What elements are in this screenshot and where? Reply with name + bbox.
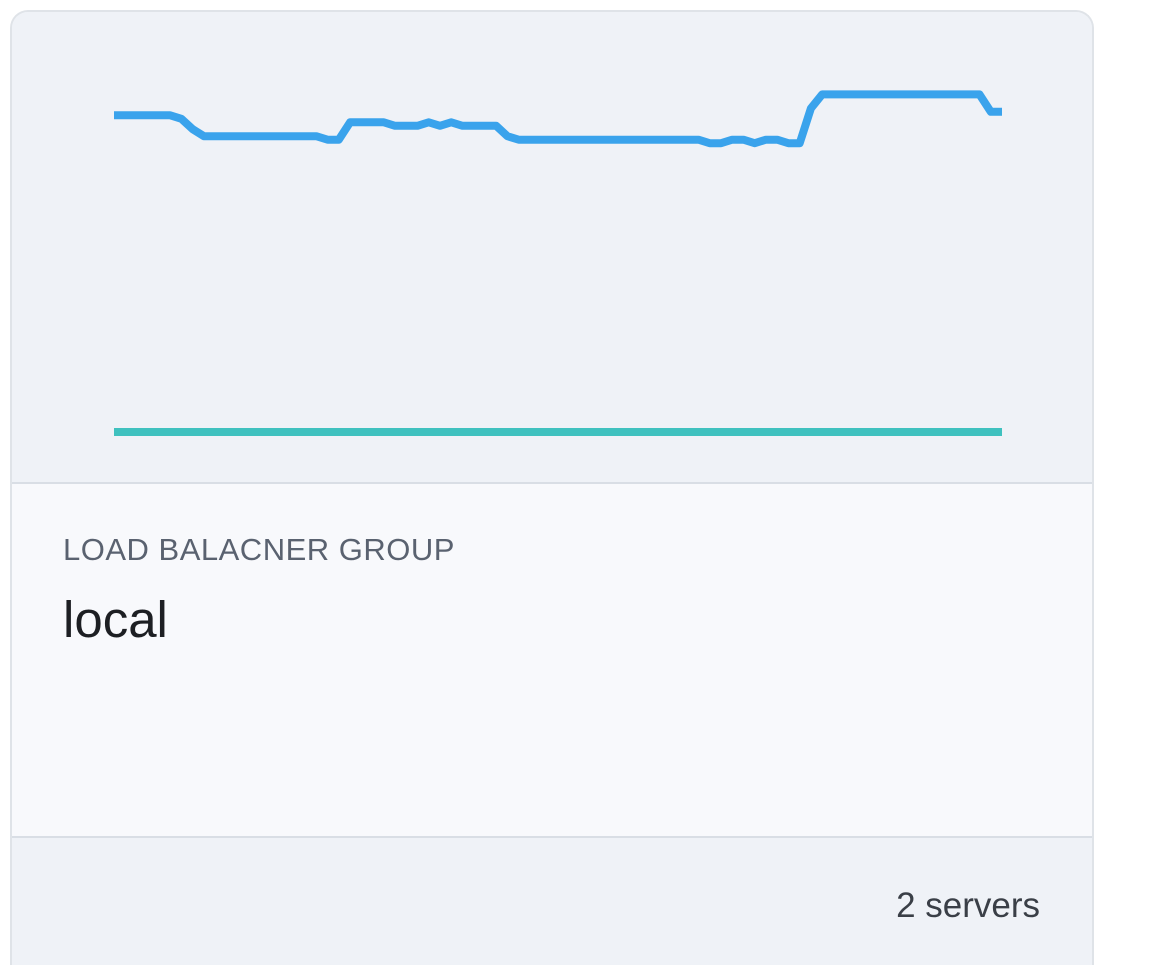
server-count-label: 2 servers	[896, 886, 1040, 925]
card-info-section: LOAD BALACNER GROUP local	[12, 484, 1092, 838]
card-footer: 2 servers	[12, 838, 1092, 965]
sparkline-svg	[114, 90, 1002, 436]
group-type-label: LOAD BALACNER GROUP	[63, 532, 455, 567]
series-line-1	[114, 90, 1002, 148]
load-balancer-group-card[interactable]: LOAD BALACNER GROUP local 2 servers	[10, 10, 1094, 965]
traffic-sparkline-chart	[12, 12, 1092, 484]
group-name-title: local	[63, 591, 168, 648]
